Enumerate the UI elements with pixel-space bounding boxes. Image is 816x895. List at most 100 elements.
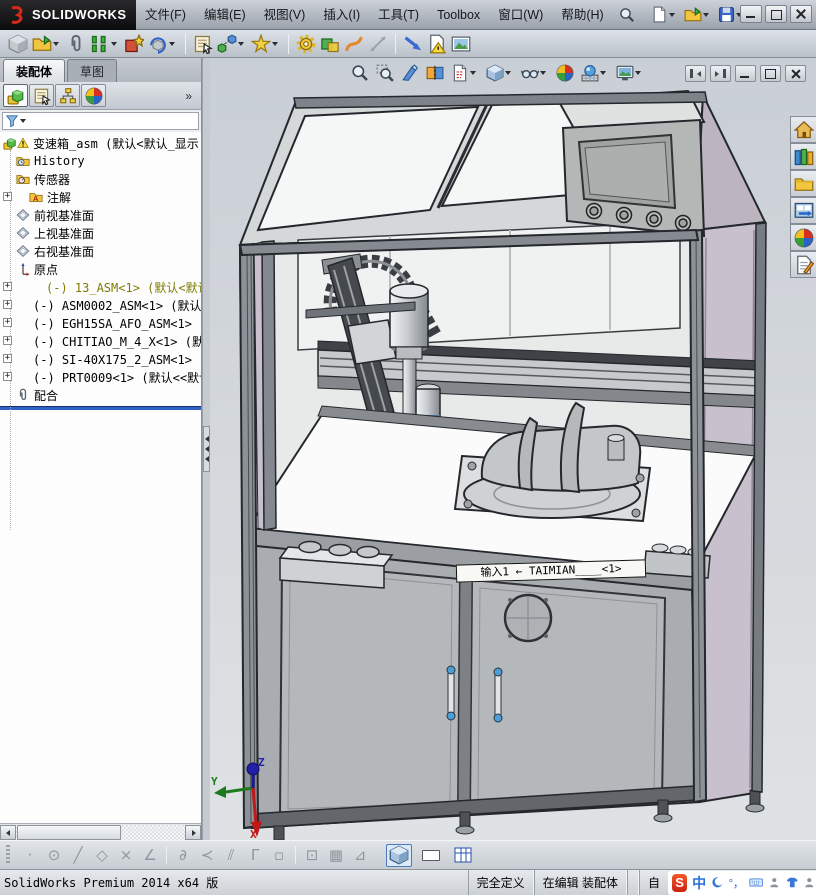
screen-capture-button[interactable] bbox=[449, 32, 473, 56]
tab-assembly[interactable]: 装配体 bbox=[3, 59, 65, 82]
single-view-button[interactable] bbox=[418, 844, 444, 867]
expand-toggle[interactable]: + bbox=[3, 372, 12, 381]
menu-window[interactable]: 窗口(W) bbox=[489, 0, 552, 30]
shaded-view-button[interactable] bbox=[386, 844, 412, 867]
ime-language-toggle[interactable]: 中 bbox=[692, 873, 706, 893]
tree-item-prt0009[interactable]: + (-) PRT0009<1> (默认<<默认 bbox=[0, 368, 201, 386]
doc-minimize-button[interactable] bbox=[735, 65, 756, 82]
rollback-bar[interactable] bbox=[0, 406, 201, 410]
menu-edit[interactable]: 编辑(E) bbox=[195, 0, 255, 30]
tree-item-root[interactable]: 变速箱_asm (默认<默认_显示 bbox=[0, 134, 201, 152]
scrollbar-track[interactable] bbox=[16, 825, 185, 840]
design-library-tab[interactable] bbox=[790, 143, 816, 170]
feature-manager-tab[interactable] bbox=[3, 84, 28, 107]
tree-item-history[interactable]: History bbox=[0, 152, 201, 170]
tree-item-mates[interactable]: 配合 bbox=[0, 386, 201, 404]
tree-item-chitiao[interactable]: + (-) CHITIAO_M_4_X<1> (默认 bbox=[0, 332, 201, 350]
snap-grid-icon[interactable]: ▦ bbox=[324, 846, 348, 864]
doc-close-button[interactable] bbox=[785, 65, 806, 82]
snap-line-icon[interactable]: ╱ bbox=[66, 846, 90, 864]
snap-hv-icon[interactable]: Γ bbox=[243, 846, 267, 864]
orientation-caret-icon[interactable] bbox=[505, 71, 511, 75]
hide-show-caret-icon[interactable] bbox=[540, 71, 546, 75]
ime-skin-icon[interactable] bbox=[786, 875, 799, 890]
assembly-features-button[interactable] bbox=[294, 32, 318, 56]
ime-fullmoon-icon[interactable] bbox=[711, 875, 724, 890]
hide-show-items-button[interactable] bbox=[520, 63, 550, 83]
file-explorer-tab[interactable] bbox=[790, 170, 816, 197]
ime-profile-icon[interactable] bbox=[768, 875, 781, 890]
appearances-tab[interactable] bbox=[790, 224, 816, 251]
snap-intersection-icon[interactable]: × bbox=[114, 846, 138, 864]
grid-view-button[interactable] bbox=[450, 844, 476, 867]
snap-center-icon[interactable]: ⊙ bbox=[42, 846, 66, 864]
rotate-component-button[interactable] bbox=[146, 32, 180, 56]
doc-restore-button[interactable] bbox=[760, 65, 781, 82]
insert-component-button[interactable] bbox=[6, 32, 30, 56]
filter-caret-icon[interactable] bbox=[20, 119, 26, 123]
new-document-button[interactable] bbox=[649, 4, 680, 25]
routing-button[interactable] bbox=[342, 32, 366, 56]
tree-item-origin[interactable]: 原点 bbox=[0, 260, 201, 278]
sketch-view-button[interactable] bbox=[450, 63, 480, 83]
display-manager-tab[interactable] bbox=[81, 84, 106, 107]
tree-item-13-asm[interactable]: + (-) 13_ASM<1> (默认<默认 bbox=[0, 278, 201, 296]
expand-toggle[interactable]: + bbox=[3, 300, 12, 309]
graphics-viewport[interactable]: Z Y X 输入1 ← TAIMIAN____<1> bbox=[210, 58, 816, 840]
tree-filter-input[interactable] bbox=[2, 112, 199, 130]
edit-appearance-button[interactable] bbox=[555, 63, 575, 83]
snap-quadrant-icon[interactable]: ◇ bbox=[90, 846, 114, 864]
snap-point-icon[interactable]: · bbox=[18, 846, 42, 864]
menu-file[interactable]: 文件(F) bbox=[136, 0, 195, 30]
custom-properties-tab[interactable] bbox=[790, 251, 816, 278]
ime-toolbox-icon[interactable] bbox=[803, 875, 816, 890]
scroll-right-button[interactable] bbox=[185, 825, 201, 840]
expand-toggle[interactable]: + bbox=[3, 354, 12, 363]
tab-sketch[interactable]: 草图 bbox=[67, 59, 117, 82]
snap-nearest-icon[interactable]: ∠ bbox=[138, 846, 162, 864]
panel-splitter[interactable] bbox=[203, 58, 210, 840]
view-orientation-button[interactable] bbox=[485, 63, 515, 83]
mate-button[interactable] bbox=[64, 32, 88, 56]
open-part-caret-icon[interactable] bbox=[53, 42, 59, 46]
search-icon[interactable] bbox=[619, 7, 635, 23]
tree-item-asm0002[interactable]: + (-) ASM0002_ASM<1> (默认<默 bbox=[0, 296, 201, 314]
menu-tools[interactable]: 工具(T) bbox=[369, 0, 428, 30]
snap-length-icon[interactable]: ⊡ bbox=[300, 846, 324, 864]
tree-item-front-plane[interactable]: 前视基准面 bbox=[0, 206, 201, 224]
view-settings-caret-icon[interactable] bbox=[635, 71, 641, 75]
show-left-pane-button[interactable] bbox=[685, 65, 706, 82]
sketch-view-caret-icon[interactable] bbox=[470, 71, 476, 75]
motion-caret-icon[interactable] bbox=[272, 42, 278, 46]
snap-parallel-icon[interactable]: ⫽ bbox=[219, 846, 243, 864]
open-part-button[interactable] bbox=[30, 32, 64, 56]
scroll-left-button[interactable] bbox=[0, 825, 16, 840]
move-component-button[interactable] bbox=[191, 32, 215, 56]
ime-keyboard-icon[interactable] bbox=[749, 875, 763, 890]
tree-item-right-plane[interactable]: 右视基准面 bbox=[0, 242, 201, 260]
zoom-fit-button[interactable] bbox=[350, 63, 370, 83]
tab-overflow-chevron[interactable]: » bbox=[185, 89, 198, 103]
snap-perpendicular-icon[interactable]: ≺ bbox=[195, 846, 219, 864]
snap-points-icon[interactable]: ▫ bbox=[267, 846, 291, 864]
property-manager-tab[interactable] bbox=[29, 84, 54, 107]
toolbar-grip-handle[interactable] bbox=[6, 845, 10, 865]
tree-item-sensors[interactable]: 传感器 bbox=[0, 170, 201, 188]
interference-detection-button[interactable] bbox=[318, 32, 342, 56]
menu-view[interactable]: 视图(V) bbox=[255, 0, 315, 30]
assembly-visualization-button[interactable] bbox=[425, 32, 449, 56]
expand-toggle[interactable]: + bbox=[3, 282, 12, 291]
zoom-area-button[interactable] bbox=[375, 63, 395, 83]
exploded-view-button[interactable] bbox=[215, 32, 249, 56]
minimize-button[interactable] bbox=[740, 5, 762, 23]
previous-view-button[interactable] bbox=[400, 63, 420, 83]
apply-scene-button[interactable] bbox=[580, 63, 610, 83]
open-caret-icon[interactable] bbox=[703, 13, 709, 17]
menu-toolbox[interactable]: Toolbox bbox=[428, 0, 489, 30]
sogou-icon[interactable]: S bbox=[672, 874, 687, 892]
rotate-caret-icon[interactable] bbox=[169, 42, 175, 46]
filter-funnel-icon[interactable] bbox=[5, 114, 19, 128]
snap-tangent-icon[interactable]: ∂ bbox=[171, 846, 195, 864]
measure-tool-button[interactable] bbox=[401, 32, 425, 56]
panel-collapse-handle[interactable] bbox=[203, 426, 210, 472]
